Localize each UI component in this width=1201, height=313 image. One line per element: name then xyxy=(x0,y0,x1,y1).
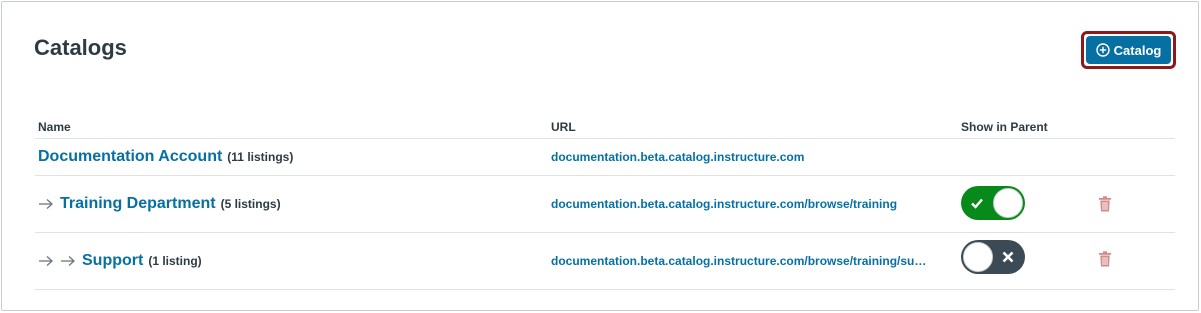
catalog-url-link[interactable]: documentation.beta.catalog.instructure.c… xyxy=(551,139,804,175)
catalog-name-cell: Documentation Account (11 listings) xyxy=(38,139,293,175)
table-row: Documentation Account (11 listings) docu… xyxy=(35,139,1175,176)
arrow-right-icon xyxy=(39,256,53,266)
catalog-name-cell: Training Department (5 listings) xyxy=(38,176,281,232)
catalog-url-text: documentation.beta.catalog.instructure.c… xyxy=(551,197,898,211)
catalogs-table: Name URL Show in Parent Documentation Ac… xyxy=(35,114,1175,290)
column-header-name: Name xyxy=(38,120,71,134)
listing-count: (5 listings) xyxy=(220,197,281,211)
trash-icon[interactable] xyxy=(1098,196,1112,212)
column-header-show-in-parent: Show in Parent xyxy=(961,120,1048,134)
catalog-url-link[interactable]: documentation.beta.catalog.instructure.c… xyxy=(551,176,897,232)
toggle-knob xyxy=(993,188,1023,218)
checkmark-icon xyxy=(971,198,983,209)
catalog-name-cell: Support (1 listing) xyxy=(38,233,202,289)
arrow-right-icon xyxy=(39,199,53,209)
listing-count: (11 listings) xyxy=(227,150,294,164)
table-row: Training Department (5 listings) documen… xyxy=(35,176,1175,233)
table-header: Name URL Show in Parent xyxy=(35,114,1175,139)
x-icon xyxy=(1002,251,1014,263)
page-title: Catalogs xyxy=(34,35,127,60)
add-catalog-button-label: Catalog xyxy=(1113,42,1162,58)
trash-icon[interactable] xyxy=(1098,251,1112,267)
catalog-url-text: documentation.beta.catalog.instructure.c… xyxy=(551,254,927,268)
catalog-name-link[interactable]: Training Department xyxy=(60,195,216,213)
column-header-url: URL xyxy=(551,120,576,134)
toggle-knob xyxy=(963,242,993,272)
catalog-name-link[interactable]: Documentation Account xyxy=(38,148,222,166)
table-row: Support (1 listing) documentation.beta.c… xyxy=(35,233,1175,290)
show-in-parent-toggle[interactable] xyxy=(961,186,1025,220)
catalogs-panel: Catalogs Catalog Name URL Show in Parent… xyxy=(1,1,1199,311)
arrow-right-icon xyxy=(61,256,75,266)
listing-count: (1 listing) xyxy=(148,254,202,268)
plus-circle-icon xyxy=(1095,43,1110,57)
add-catalog-button[interactable]: Catalog xyxy=(1086,36,1171,64)
catalog-url-link[interactable]: documentation.beta.catalog.instructure.c… xyxy=(551,233,926,289)
show-in-parent-toggle[interactable] xyxy=(961,240,1025,274)
catalog-name-link[interactable]: Support xyxy=(82,252,143,270)
catalog-url-text: documentation.beta.catalog.instructure.c… xyxy=(551,150,805,164)
